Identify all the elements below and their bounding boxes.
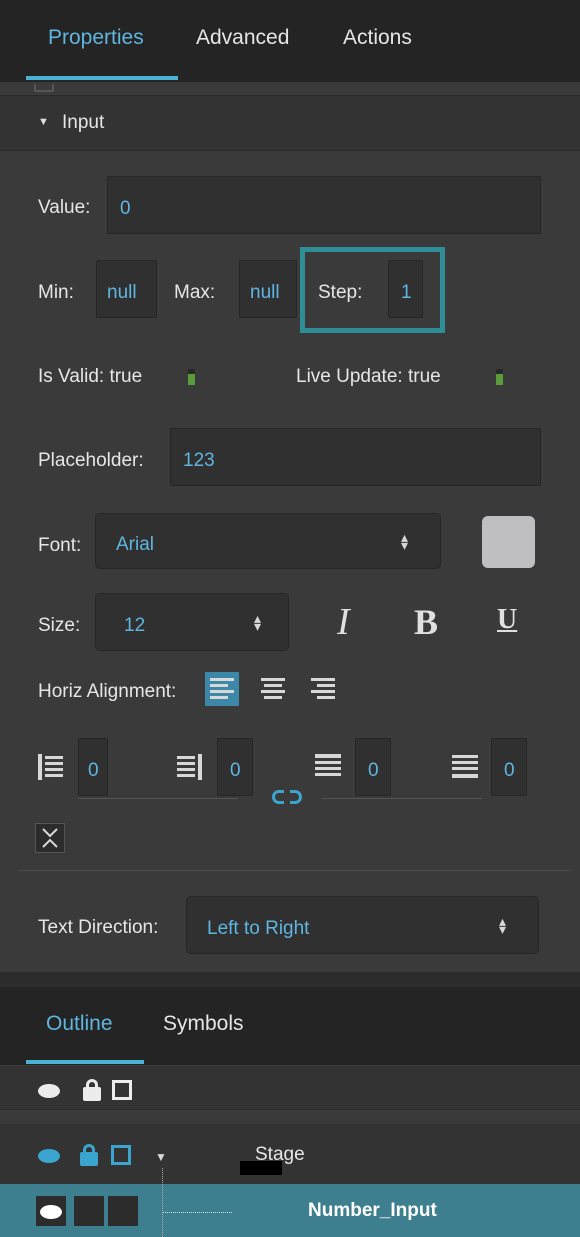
is-valid-label: Is Valid: true [38, 366, 143, 387]
panel-collapse-handle[interactable] [34, 84, 54, 92]
padding-guide-line [78, 798, 238, 799]
select-arrows-icon: ▴ ▾ [401, 529, 409, 553]
eye-icon[interactable] [38, 1149, 60, 1163]
align-right-icon[interactable] [306, 672, 340, 706]
expand-arrow-icon[interactable]: ▼ [155, 1150, 167, 1164]
active-tab-underline [26, 76, 178, 80]
panel-splitter[interactable] [0, 972, 580, 987]
padding-right-icon [175, 752, 205, 782]
padding-bottom-icon [450, 752, 480, 782]
padding-right-value: 0 [230, 760, 241, 781]
tab-actions[interactable]: Actions [343, 26, 412, 50]
tab-advanced[interactable]: Advanced [196, 26, 289, 50]
align-center-icon[interactable] [256, 672, 290, 706]
step-value: 1 [401, 282, 412, 303]
lock-cell[interactable] [74, 1196, 104, 1226]
is-valid-toggle[interactable] [188, 369, 195, 385]
live-update-toggle[interactable] [496, 369, 503, 385]
max-label: Max: [174, 282, 216, 303]
select-arrows-icon: ▴ ▾ [254, 610, 262, 634]
step-label: Step: [318, 282, 363, 303]
padding-guide-line [322, 798, 482, 799]
visibility-cell[interactable] [36, 1196, 66, 1226]
horiz-alignment-label: Horiz Alignment: [38, 681, 177, 702]
font-select[interactable]: Arial ▴ ▾ [95, 513, 441, 569]
padding-right-field[interactable]: 0 [217, 738, 253, 796]
placeholder-value: 123 [183, 450, 215, 471]
tab-outline[interactable]: Outline [46, 1012, 113, 1036]
link-padding-icon[interactable] [272, 789, 302, 805]
active-tab-underline [26, 1060, 144, 1064]
value-text: 0 [120, 198, 131, 219]
tree-connector [162, 1212, 232, 1213]
outline-row-selected[interactable]: Number_Input [0, 1184, 580, 1237]
collapse-arrow-icon: ▼ [38, 116, 49, 128]
tab-properties[interactable]: Properties [48, 26, 144, 50]
edit-icon[interactable] [111, 1145, 131, 1165]
min-value: null [107, 282, 137, 303]
padding-bottom-value: 0 [504, 760, 515, 781]
align-left-icon[interactable] [205, 672, 239, 706]
italic-button[interactable]: I [337, 600, 350, 644]
font-value: Arial [116, 534, 155, 555]
size-select[interactable]: 12 ▴ ▾ [95, 593, 289, 651]
font-label: Font: [38, 535, 82, 556]
underline-button[interactable]: U [497, 604, 517, 636]
stage-thumbnail [240, 1161, 282, 1175]
edit-cell[interactable] [108, 1196, 138, 1226]
outline-tab-bar: Outline Symbols [0, 987, 580, 1065]
outline-row-stage[interactable]: ▼ Stage [0, 1124, 580, 1184]
eye-icon[interactable] [38, 1084, 60, 1098]
value-field[interactable]: 0 [107, 176, 541, 234]
lock-icon[interactable] [80, 1144, 98, 1166]
max-field[interactable]: null [239, 260, 297, 318]
max-value: null [250, 282, 280, 303]
padding-top-value: 0 [368, 760, 379, 781]
section-title: Input [62, 112, 105, 133]
step-field[interactable]: 1 [388, 260, 423, 318]
min-field[interactable]: null [96, 260, 157, 318]
tree-connector [162, 1168, 163, 1237]
collapse-arrows-icon[interactable] [35, 823, 65, 853]
placeholder-field[interactable]: 123 [170, 428, 541, 486]
select-arrows-icon: ▴ ▾ [499, 913, 507, 937]
min-label: Min: [38, 282, 74, 303]
padding-top-icon [313, 752, 343, 782]
properties-tab-bar: Properties Advanced Actions [0, 0, 580, 82]
input-section-header[interactable]: ▼ Input [0, 95, 580, 151]
text-direction-label: Text Direction: [38, 917, 159, 938]
lock-icon[interactable] [83, 1079, 101, 1101]
padding-left-icon [36, 752, 66, 782]
section-divider [18, 870, 570, 871]
placeholder-label: Placeholder: [38, 450, 144, 471]
value-label: Value: [38, 197, 91, 218]
bold-button[interactable]: B [414, 601, 438, 643]
live-update-label: Live Update: true [296, 366, 441, 387]
size-label: Size: [38, 615, 81, 636]
outline-header-row [0, 1066, 580, 1110]
tab-symbols[interactable]: Symbols [163, 1012, 244, 1036]
text-direction-select[interactable]: Left to Right ▴ ▾ [186, 896, 539, 954]
padding-left-field[interactable]: 0 [78, 738, 108, 796]
font-color-swatch[interactable] [482, 516, 535, 568]
eye-icon[interactable] [40, 1205, 62, 1219]
selected-item-label: Number_Input [308, 1200, 437, 1221]
padding-top-field[interactable]: 0 [355, 738, 391, 796]
padding-bottom-field[interactable]: 0 [491, 738, 527, 796]
size-value: 12 [124, 615, 146, 636]
edit-icon[interactable] [112, 1080, 132, 1100]
padding-left-value: 0 [88, 760, 99, 781]
text-direction-value: Left to Right [207, 918, 310, 939]
